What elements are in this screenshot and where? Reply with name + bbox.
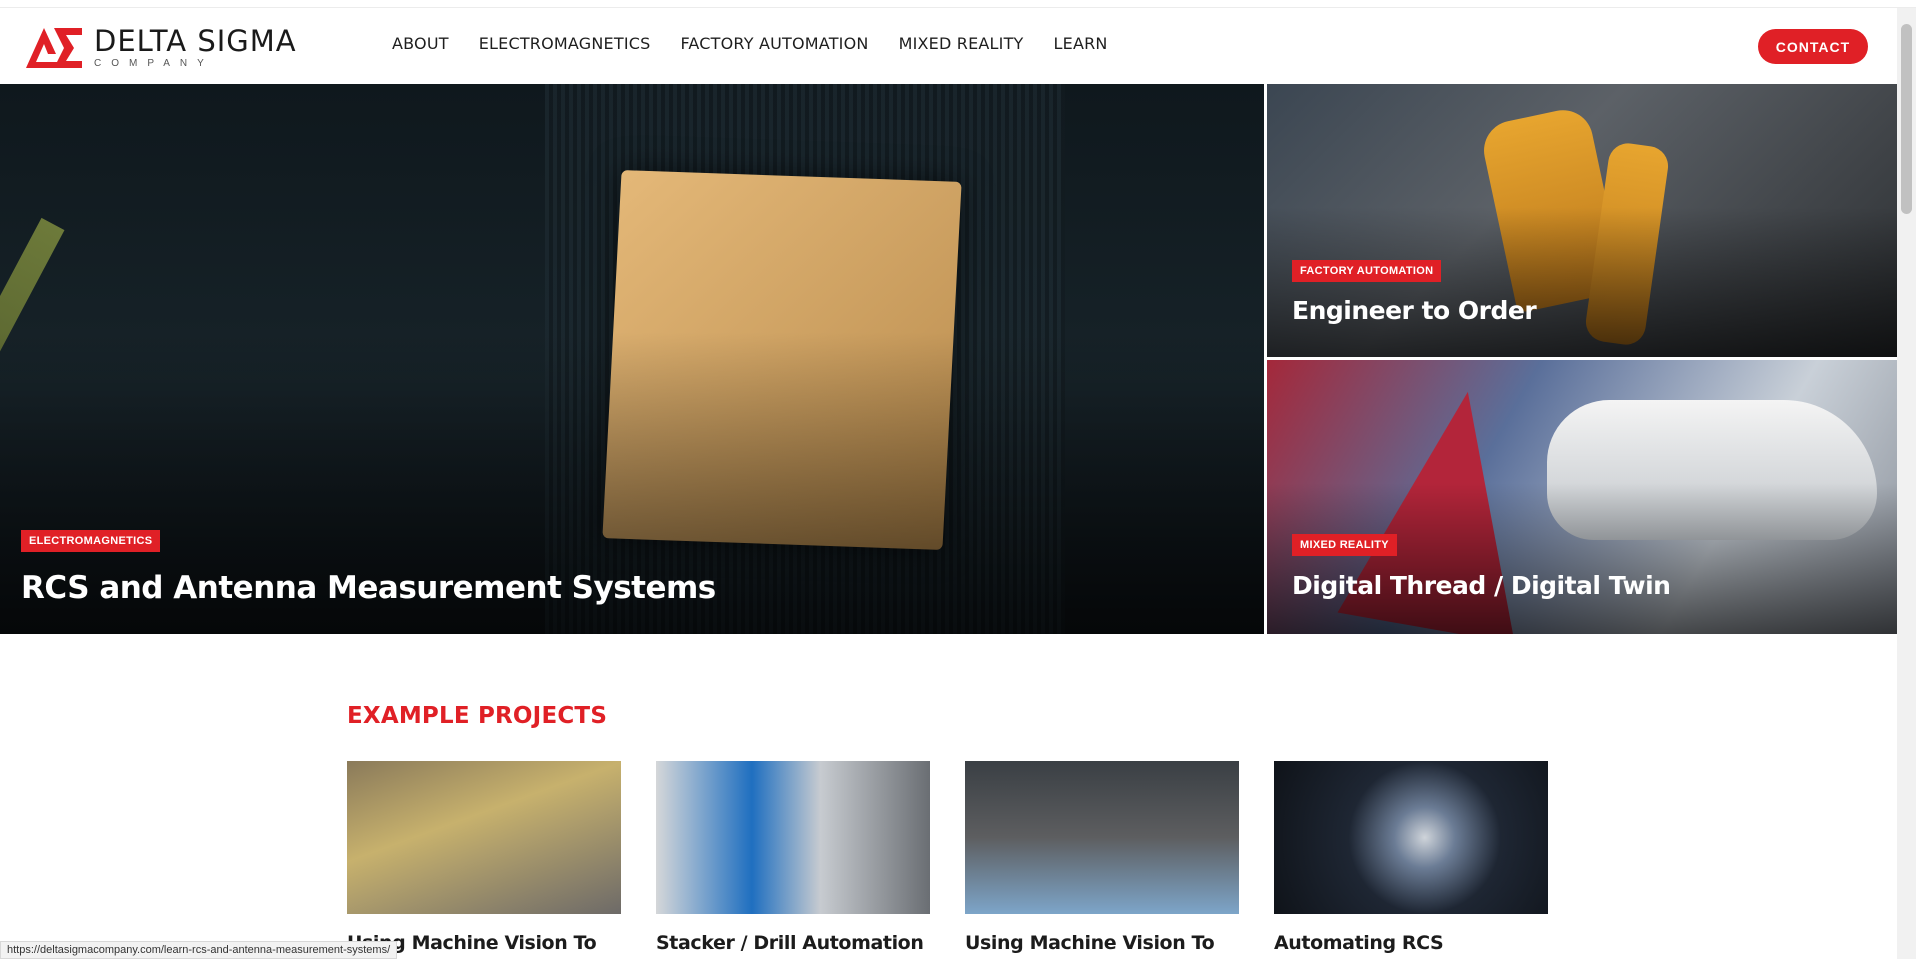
project-title[interactable]: Using Machine Vision To: [965, 932, 1239, 954]
main-nav: ABOUT ELECTROMAGNETICS FACTORY AUTOMATIO…: [392, 34, 1138, 53]
hero-grid: ELECTROMAGNETICS RCS and Antenna Measure…: [0, 84, 1897, 634]
category-tag[interactable]: FACTORY AUTOMATION: [1292, 260, 1442, 282]
contact-button[interactable]: CONTACT: [1758, 29, 1868, 64]
browser-top-line: [0, 0, 1916, 8]
example-projects-heading: EXAMPLE PROJECTS: [347, 703, 608, 729]
project-thumbnail[interactable]: [965, 761, 1239, 914]
project-card[interactable]: Automating RCS: [1274, 761, 1548, 954]
category-tag[interactable]: ELECTROMAGNETICS: [21, 530, 161, 552]
hero-card-digital-twin[interactable]: MIXED REALITY Digital Thread / Digital T…: [1267, 360, 1897, 634]
project-thumbnail[interactable]: [347, 761, 621, 914]
nav-item-mixed-reality[interactable]: MIXED REALITY: [899, 34, 1024, 53]
card-title[interactable]: Engineer to Order: [1292, 296, 1537, 325]
project-thumbnail[interactable]: [656, 761, 930, 914]
scrollbar-thumb[interactable]: [1901, 24, 1912, 214]
project-card[interactable]: Stacker / Drill Automation: [656, 761, 930, 954]
card-gradient: [1267, 483, 1897, 634]
hero-card-rcs-antenna[interactable]: ELECTROMAGNETICS RCS and Antenna Measure…: [0, 84, 1264, 634]
card-title[interactable]: RCS and Antenna Measurement Systems: [21, 570, 716, 606]
nav-item-about[interactable]: ABOUT: [392, 34, 449, 53]
project-title[interactable]: Stacker / Drill Automation: [656, 932, 930, 954]
project-thumbnail[interactable]: [1274, 761, 1548, 914]
site-logo[interactable]: DELTA SIGMA COMPANY: [26, 24, 297, 72]
card-title[interactable]: Digital Thread / Digital Twin: [1292, 571, 1671, 600]
project-title[interactable]: Automating RCS: [1274, 932, 1548, 954]
logo-text: DELTA SIGMA COMPANY: [94, 24, 297, 70]
nav-item-electromagnetics[interactable]: ELECTROMAGNETICS: [479, 34, 651, 53]
nav-item-learn[interactable]: LEARN: [1054, 34, 1108, 53]
category-tag[interactable]: MIXED REALITY: [1292, 534, 1397, 556]
nav-item-factory-automation[interactable]: FACTORY AUTOMATION: [680, 34, 868, 53]
status-bar-url: https://deltasigmacompany.com/learn-rcs-…: [0, 941, 398, 959]
projects-list: Using Machine Vision To Stacker / Drill …: [347, 761, 1583, 954]
hero-card-engineer-to-order[interactable]: FACTORY AUTOMATION Engineer to Order: [1267, 84, 1897, 357]
site-header: DELTA SIGMA COMPANY ABOUT ELECTROMAGNETI…: [0, 8, 1897, 84]
page-scrollbar[interactable]: [1897, 8, 1916, 959]
delta-sigma-logo-icon: [26, 28, 82, 68]
logo-subtitle: COMPANY: [94, 58, 214, 69]
logo-name: DELTA SIGMA: [94, 24, 297, 58]
project-card[interactable]: Using Machine Vision To: [965, 761, 1239, 954]
project-card[interactable]: Using Machine Vision To: [347, 761, 621, 954]
